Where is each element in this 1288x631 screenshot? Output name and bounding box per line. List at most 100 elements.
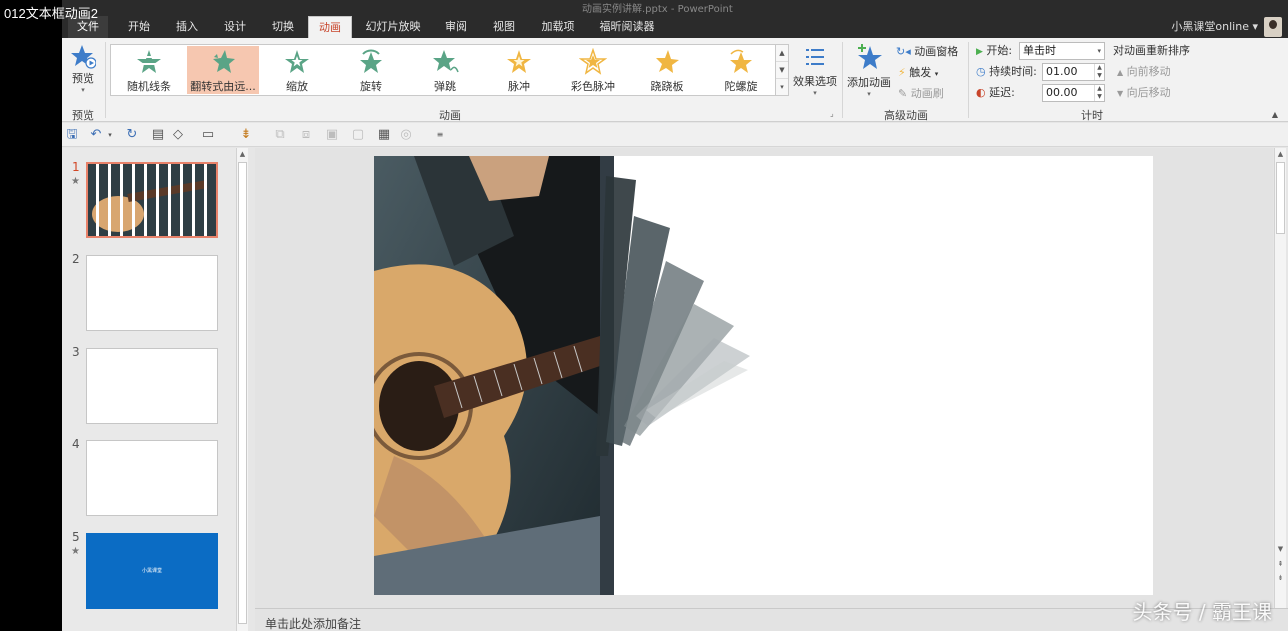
tab-insert[interactable]: 插入: [166, 16, 208, 38]
duration-spinner-icon[interactable]: ▲ ▼: [1094, 64, 1104, 80]
slide-number: 3: [72, 345, 80, 359]
textbox-icon[interactable]: ▤: [150, 127, 166, 143]
tab-view[interactable]: 视图: [482, 16, 526, 38]
animation-gallery: 随机线条 翻转式由远... 缩放 旋转 弹跳 脉冲 彩色脉冲 跷跷板 陀螺旋: [110, 44, 776, 96]
slide-thumbnail-1[interactable]: [86, 162, 218, 238]
arrange-icon[interactable]: ⇟: [238, 127, 254, 143]
scroll-down-icon[interactable]: ▼: [1275, 543, 1286, 555]
trigger-button[interactable]: ⚡ 触发 ▾: [898, 64, 938, 82]
dialog-launcher-icon[interactable]: ⌟: [830, 109, 834, 118]
separator: [968, 42, 969, 118]
duration-label-text: 持续时间:: [989, 65, 1037, 78]
animation-pane-button[interactable]: ↻◂ 动画窗格: [896, 43, 958, 61]
anim-spin-gyro[interactable]: 陀螺旋: [705, 46, 777, 94]
layout-icon[interactable]: ▭: [200, 127, 216, 143]
animation-painter-label: 动画刷: [910, 87, 944, 100]
previous-slide-icon[interactable]: ⇞: [1275, 558, 1286, 570]
random-bars-star-icon: [137, 50, 161, 73]
undo-dropdown-icon[interactable]: ▾: [102, 127, 118, 143]
tab-foxit-reader[interactable]: 福昕阅读器: [592, 16, 662, 38]
animation-star-icon: ★: [71, 546, 80, 557]
tab-slideshow[interactable]: 幻灯片放映: [360, 16, 426, 38]
anim-pulse[interactable]: 脉冲: [483, 46, 555, 94]
gallery-scroll[interactable]: ▲ ▼ ▾: [776, 44, 789, 96]
delay-spinner-icon[interactable]: ▲ ▼: [1094, 85, 1104, 101]
slide-1-preview: [88, 164, 216, 236]
anim-flip-from-far[interactable]: 翻转式由远...: [187, 46, 259, 94]
save-icon[interactable]: 🖫: [64, 127, 80, 143]
current-slide[interactable]: I: [374, 156, 1153, 595]
anim-color-pulse[interactable]: 彩色脉冲: [557, 46, 629, 94]
group-label-preview: 预览: [72, 109, 94, 122]
picture-icon[interactable]: ▦: [376, 127, 392, 143]
ungroup-icon[interactable]: ⧈: [298, 127, 314, 143]
gallery-up-icon[interactable]: ▲: [776, 45, 788, 62]
animation-painter-button[interactable]: ✎ 动画刷: [898, 85, 944, 103]
scroll-thumb[interactable]: [238, 162, 247, 624]
effect-options-button[interactable]: 效果选项 ▾: [790, 46, 840, 97]
group-label-timing: 计时: [1081, 109, 1103, 122]
slide-thumbnail-2[interactable]: [86, 255, 218, 331]
notes-placeholder: 单击此处添加备注: [265, 617, 362, 631]
screen-recording: 012文本框动画2 动画实例讲解.pptx - PowerPoint 文件 开始…: [0, 0, 1288, 631]
gallery-more-icon[interactable]: ▾: [776, 79, 788, 96]
move-earlier-label: 向前移动: [1126, 65, 1171, 78]
powerpoint-window: 动画实例讲解.pptx - PowerPoint 文件 开始 插入 设计 切换 …: [62, 0, 1288, 631]
move-later-label: 向后移动: [1126, 86, 1171, 99]
move-earlier-button[interactable]: ▲ 向前移动: [1117, 63, 1171, 81]
tab-transitions[interactable]: 切换: [262, 16, 304, 38]
add-animation-button[interactable]: 添加动画 ▾: [846, 44, 892, 98]
video-title: 012文本框动画2: [4, 6, 98, 21]
anim-label: 翻转式由远...: [190, 80, 256, 93]
merge-shapes-icon[interactable]: ◎: [398, 127, 414, 143]
delay-value: 00.00: [1046, 86, 1078, 99]
group-icon[interactable]: ⧉: [272, 127, 288, 143]
watermark: 头条号 / 霸王课: [1132, 600, 1272, 624]
separator: [842, 42, 843, 118]
anim-random-bars[interactable]: 随机线条: [113, 46, 185, 94]
brush-icon: ✎: [898, 87, 908, 100]
anim-spin[interactable]: 旋转: [335, 46, 407, 94]
avatar[interactable]: [1264, 17, 1282, 37]
scroll-up-icon[interactable]: ▲: [237, 148, 248, 160]
anim-label: 彩色脉冲: [571, 80, 615, 93]
thumbnail-scrollbar[interactable]: ▲: [236, 148, 248, 631]
move-later-button[interactable]: ▼ 向后移动: [1117, 84, 1171, 102]
redo-icon[interactable]: ↻: [124, 127, 140, 143]
preview-star-icon: [71, 45, 96, 69]
tab-design[interactable]: 设计: [214, 16, 256, 38]
color-pulse-star-icon: [579, 48, 607, 75]
scroll-thumb[interactable]: [1276, 162, 1285, 234]
shapes-icon[interactable]: ◇: [170, 127, 186, 143]
tab-review[interactable]: 审阅: [434, 16, 478, 38]
animation-pane-icon: ↻◂: [896, 45, 911, 58]
ribbon-tabs: 文件 开始 插入 设计 切换 动画 幻灯片放映 审阅 视图 加载项 福昕阅读器 …: [62, 16, 1288, 38]
slide-thumbnail-5[interactable]: 小黑课堂: [86, 533, 218, 609]
anim-bounce[interactable]: 弹跳: [409, 46, 481, 94]
slide-number: 4: [72, 437, 80, 451]
bring-forward-icon[interactable]: ▣: [324, 127, 340, 143]
scroll-up-icon[interactable]: ▲: [1275, 148, 1286, 160]
anim-teeter[interactable]: 跷跷板: [631, 46, 703, 94]
tab-home[interactable]: 开始: [118, 16, 160, 38]
up-arrow-icon: ▲: [1117, 68, 1124, 77]
anim-label: 跷跷板: [650, 80, 684, 93]
next-slide-icon[interactable]: ⇟: [1275, 572, 1286, 584]
delay-label: ◐ 延迟:: [976, 84, 1015, 102]
slide-5-text: 小黑课堂: [141, 568, 162, 574]
slide-scrollbar[interactable]: ▲ ▼ ⇞ ⇟: [1274, 148, 1286, 608]
collapse-ribbon-icon[interactable]: ▲: [1272, 110, 1278, 119]
slide-thumbnail-4[interactable]: [86, 440, 218, 516]
customize-toolbar-icon[interactable]: ≡: [432, 127, 448, 143]
anim-zoom[interactable]: 缩放: [261, 46, 333, 94]
slide-thumbnail-3[interactable]: [86, 348, 218, 424]
delay-input[interactable]: 00.00 ▲ ▼: [1042, 84, 1105, 102]
tab-addins[interactable]: 加载项: [532, 16, 584, 38]
duration-input[interactable]: 01.00 ▲ ▼: [1042, 63, 1105, 81]
send-backward-icon[interactable]: ▢: [350, 127, 366, 143]
gallery-down-icon[interactable]: ▼: [776, 62, 788, 79]
tab-animations[interactable]: 动画: [308, 16, 352, 38]
preview-button[interactable]: 预览 ▾: [66, 44, 100, 94]
start-select[interactable]: 单击时 ▾: [1019, 42, 1105, 60]
user-account[interactable]: 小黑课堂online ▾: [1171, 16, 1258, 38]
